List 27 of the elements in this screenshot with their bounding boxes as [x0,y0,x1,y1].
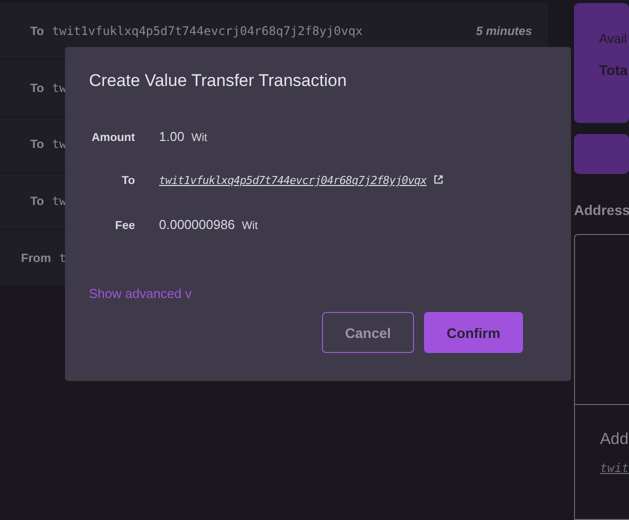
direction-label: To [29,80,44,95]
external-link-icon [434,175,443,184]
unit-label: Wit [191,132,208,144]
direction-label: To [29,137,44,152]
address-title: Add [600,431,629,449]
field-label: To [122,175,135,187]
available-label: Avail [599,31,628,46]
action-bar[interactable] [574,134,629,174]
dialog-title: Create Value Transfer Transaction [89,71,348,91]
unit-label: Wit [242,220,258,232]
address-text: t [59,251,68,266]
address-link[interactable]: twit [600,461,629,475]
field-label: Amount [92,132,135,144]
field-value: 1.00 [159,129,184,144]
field-value: 0.000000986 [159,217,235,232]
confirm-button[interactable]: Confirm [424,312,523,353]
show-advanced-link[interactable]: Show advanced v [89,286,192,301]
section-title: Address [574,202,629,218]
cancel-button[interactable]: Cancel [322,312,414,353]
time-text: 5 minutes [476,24,532,38]
direction-label: To [29,24,44,38]
field-label: Fee [115,220,135,232]
address-text: twit1vfuklxq4p5d7t744evcrj04r68q7j2f8yj0vqx [52,24,364,38]
total-label: Tota [599,62,629,78]
direction-label: From [20,251,51,266]
address-link[interactable]: twit1vfuklxq4p5d7t744evcrj04r68q7j2f8yj0vqx [159,174,427,187]
direction-label: To [29,194,44,208]
